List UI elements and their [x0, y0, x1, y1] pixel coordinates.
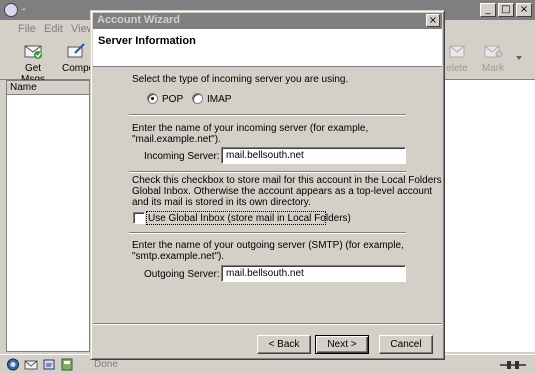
mark-button[interactable]: Mark	[478, 41, 508, 74]
imap-radio[interactable]	[192, 93, 203, 104]
minimize-button[interactable]: _	[480, 3, 496, 17]
toolbar-chevron-down-icon[interactable]	[515, 54, 523, 62]
maximize-button[interactable]: □	[498, 3, 514, 17]
address-book-icon[interactable]	[60, 358, 74, 371]
global-inbox-description-line2: Global Inbox. Otherwise the account appe…	[132, 186, 433, 197]
dialog-title: Account Wizard	[97, 14, 181, 26]
outgoing-server-label: Outgoing Server:	[144, 269, 220, 280]
separator	[129, 114, 406, 116]
status-bar-icons	[6, 358, 74, 371]
get-mail-icon	[24, 45, 42, 59]
dialog-titlebar[interactable]: Account Wizard ×	[93, 13, 442, 29]
outgoing-server-input[interactable]	[221, 265, 406, 282]
status-text: Done	[94, 359, 118, 370]
delete-label: elete	[446, 63, 468, 74]
global-inbox-checkbox-label[interactable]: Use Global Inbox (store mail in Local Fo…	[148, 213, 351, 224]
get-msgs-button[interactable]: Get Msgs	[12, 41, 54, 85]
delete-icon	[449, 45, 465, 58]
folder-column-header[interactable]: Name	[7, 81, 89, 95]
button-row-separator	[93, 323, 442, 325]
pop-radio-label[interactable]: POP	[162, 94, 183, 105]
menu-edit[interactable]: Edit	[44, 23, 63, 35]
global-inbox-checkbox[interactable]	[133, 212, 145, 224]
wizard-page-title: Server Information	[98, 35, 196, 47]
imap-radio-label[interactable]: IMAP	[207, 94, 231, 105]
global-inbox-description-line1: Check this checkbox to store mail for th…	[132, 175, 442, 186]
global-inbox-description-line3: and its mail is stored in its own direct…	[132, 197, 311, 208]
compose-label: Compo	[62, 63, 90, 74]
outgoing-server-prompt-line1: Enter the name of your outgoing server (…	[132, 240, 404, 251]
incoming-server-input[interactable]	[221, 147, 406, 164]
window-controls: _ □ ×	[480, 3, 532, 17]
next-button[interactable]: Next >	[315, 335, 369, 354]
compose-button[interactable]: Compo	[62, 41, 90, 74]
separator	[129, 171, 406, 173]
close-app-button[interactable]: ×	[516, 3, 532, 17]
back-button[interactable]: < Back	[257, 335, 311, 354]
online-status-icon[interactable]	[498, 359, 528, 371]
app-icon	[4, 3, 18, 17]
incoming-server-prompt-line2: "mail.example.net").	[132, 134, 221, 145]
server-type-prompt: Select the type of incoming server you a…	[132, 74, 349, 85]
app-title: -	[22, 3, 26, 15]
separator	[129, 232, 406, 234]
wizard-page-header: Server Information	[93, 29, 442, 67]
pop-radio[interactable]	[147, 93, 158, 104]
menu-file[interactable]: File	[18, 23, 36, 35]
account-wizard-dialog: Account Wizard × Server Information Sele…	[90, 10, 445, 360]
incoming-server-label: Incoming Server:	[144, 151, 220, 162]
browser-icon[interactable]	[6, 358, 20, 371]
mark-icon	[484, 45, 503, 58]
folder-pane: Name	[6, 80, 90, 352]
composer-icon[interactable]	[42, 358, 56, 371]
message-pane	[444, 80, 535, 352]
mark-label: Mark	[481, 63, 505, 74]
cancel-button[interactable]: Cancel	[379, 335, 433, 354]
delete-button[interactable]: elete	[444, 41, 470, 74]
outgoing-server-prompt-line2: "smtp.example.net").	[132, 251, 225, 262]
dialog-close-button[interactable]: ×	[426, 14, 440, 27]
compose-icon	[67, 43, 85, 58]
mail-icon[interactable]	[24, 358, 38, 371]
incoming-server-prompt-line1: Enter the name of your incoming server (…	[132, 123, 369, 134]
